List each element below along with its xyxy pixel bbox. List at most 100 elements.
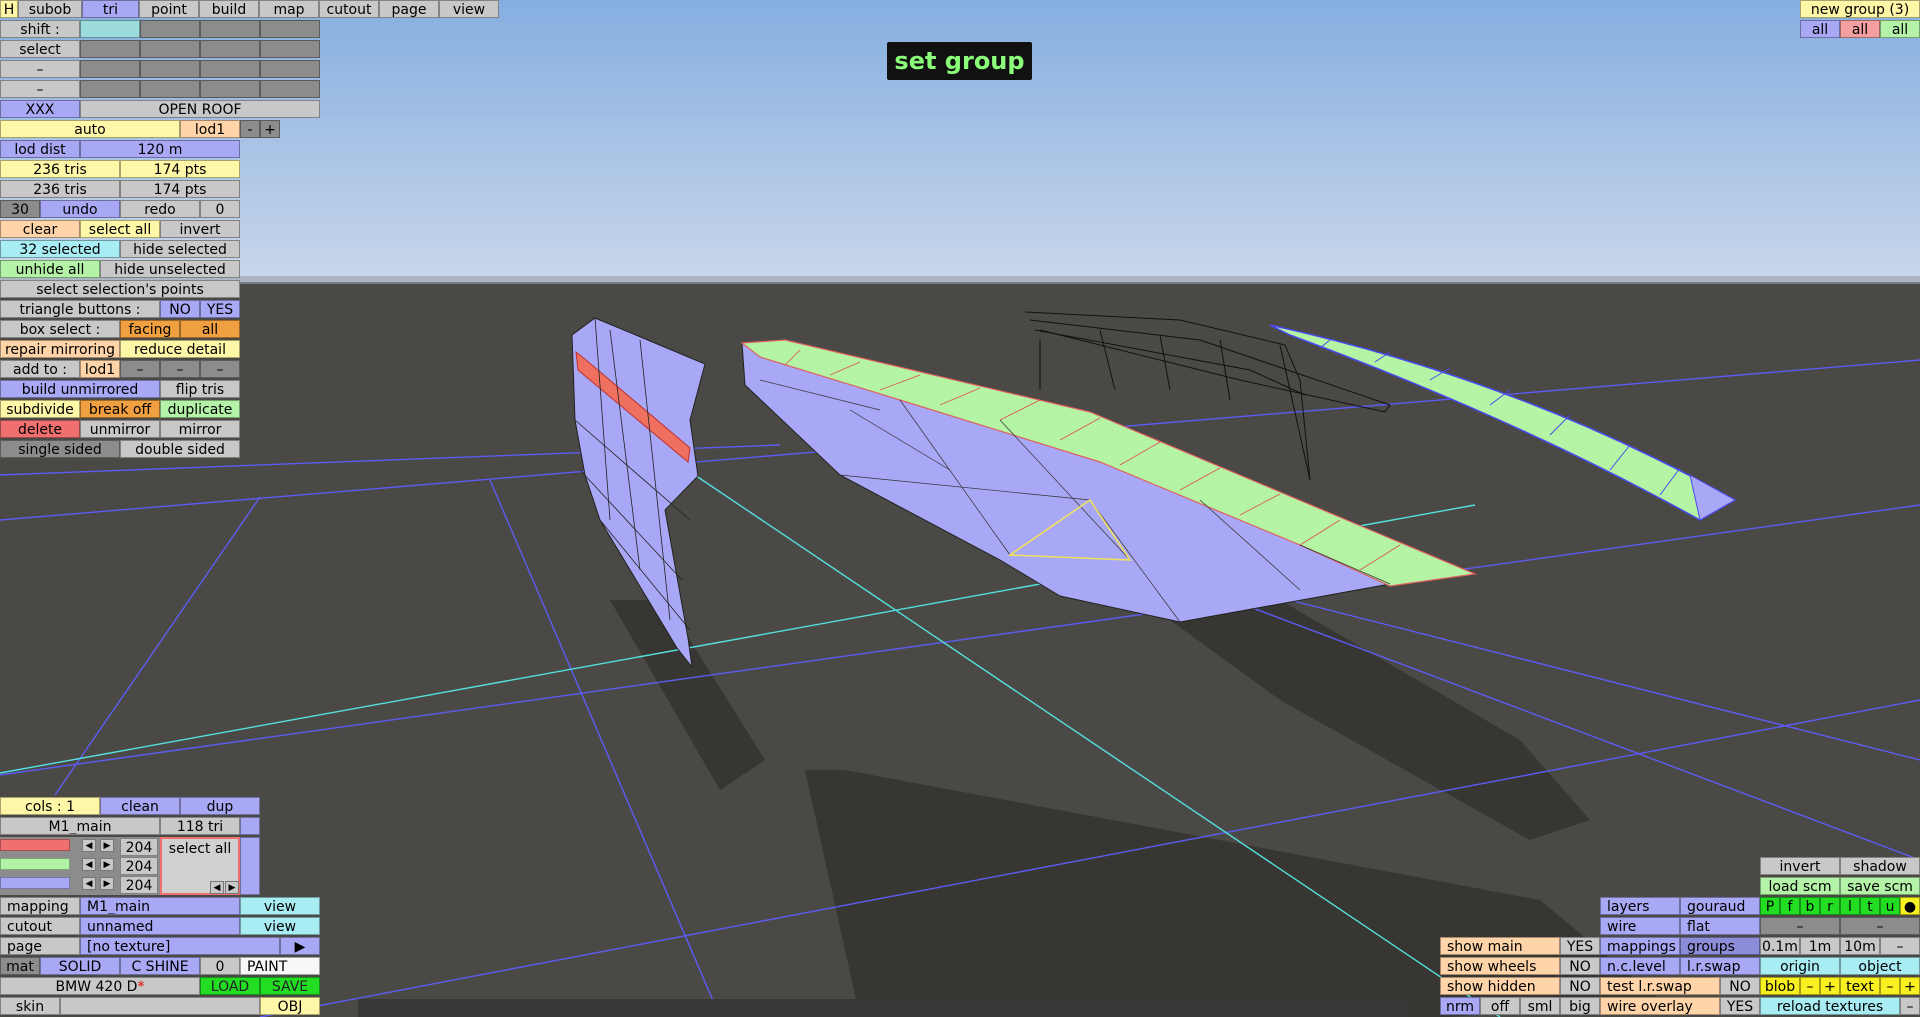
tab-view[interactable]: view xyxy=(439,0,499,18)
tool-dash-2[interactable]: – xyxy=(1840,917,1920,935)
blue-increase-icon[interactable]: ▶ xyxy=(100,877,114,890)
slot-row3-2[interactable] xyxy=(140,60,200,78)
break-off-button[interactable]: break off xyxy=(80,400,160,418)
blob-minus[interactable]: – xyxy=(1800,977,1820,995)
shift-slot-1[interactable] xyxy=(80,20,140,38)
shift-slot-3[interactable] xyxy=(200,20,260,38)
tab-h[interactable]: H xyxy=(0,0,18,18)
repair-mirroring-button[interactable]: repair mirroring xyxy=(0,340,120,358)
tab-point[interactable]: point xyxy=(139,0,199,18)
slot-row4-1[interactable] xyxy=(80,80,140,98)
slot-row3-3[interactable] xyxy=(200,60,260,78)
mapping-view-button[interactable]: view xyxy=(240,897,320,915)
nrm-button[interactable]: nrm xyxy=(1440,997,1480,1015)
c-shine-button[interactable]: C SHINE xyxy=(120,957,200,975)
clean-button[interactable]: clean xyxy=(100,797,180,815)
text-minus[interactable]: – xyxy=(1880,977,1900,995)
sml-button[interactable]: sml xyxy=(1520,997,1560,1015)
material-name[interactable]: M1_main xyxy=(0,817,160,835)
mirror-button[interactable]: mirror xyxy=(160,420,240,438)
lod-minus-button[interactable]: - xyxy=(240,120,260,138)
group-name[interactable]: new group (3) xyxy=(1800,0,1920,18)
origin-button[interactable]: origin xyxy=(1760,957,1840,975)
single-sided-button[interactable]: single sided xyxy=(0,440,120,458)
load-button[interactable]: LOAD xyxy=(200,977,260,995)
paint-button[interactable]: PAINT xyxy=(240,957,320,975)
tab-tri[interactable]: tri xyxy=(82,0,139,18)
off-button[interactable]: off xyxy=(1480,997,1520,1015)
layers-button[interactable]: layers xyxy=(1600,897,1680,915)
nc-level-button[interactable]: n.c.level xyxy=(1600,957,1680,975)
box-select-all[interactable]: all xyxy=(180,320,240,338)
blob-plus[interactable]: + xyxy=(1820,977,1840,995)
shift-slot-2[interactable] xyxy=(140,20,200,38)
mapping-value[interactable]: M1_main xyxy=(80,897,240,915)
add-to-slot-3[interactable]: – xyxy=(200,360,240,378)
open-roof-button[interactable]: OPEN ROOF xyxy=(80,100,320,118)
slot-row4-4[interactable] xyxy=(260,80,320,98)
select-slot-4[interactable] xyxy=(260,40,320,58)
tab-build[interactable]: build xyxy=(199,0,259,18)
build-unmirrored-button[interactable]: build unmirrored xyxy=(0,380,160,398)
page-play-icon[interactable]: ▶ xyxy=(280,937,320,955)
view-p-button[interactable]: P xyxy=(1760,897,1780,915)
view-dot-icon[interactable]: ● xyxy=(1900,897,1920,915)
reduce-detail-button[interactable]: reduce detail xyxy=(120,340,240,358)
gouraud-button[interactable]: gouraud xyxy=(1680,897,1760,915)
select-slot-1[interactable] xyxy=(80,40,140,58)
box-select-facing[interactable]: facing xyxy=(120,320,180,338)
lod-select[interactable]: lod1 xyxy=(180,120,240,138)
mat-next-icon[interactable]: ▶ xyxy=(225,881,239,894)
wire-button[interactable]: wire xyxy=(1600,917,1680,935)
slot-row3-4[interactable] xyxy=(260,60,320,78)
shift-slot-4[interactable] xyxy=(260,20,320,38)
red-increase-icon[interactable]: ▶ xyxy=(100,839,114,852)
load-scm-button[interactable]: load scm xyxy=(1760,877,1840,895)
material-scroll[interactable] xyxy=(240,817,260,835)
shine-value[interactable]: 0 xyxy=(200,957,240,975)
triangle-buttons-no[interactable]: NO xyxy=(160,300,200,318)
cutout-value[interactable]: unnamed xyxy=(80,917,240,935)
flat-button[interactable]: flat xyxy=(1680,917,1760,935)
blob-button[interactable]: blob xyxy=(1760,977,1800,995)
lod-plus-button[interactable]: + xyxy=(260,120,280,138)
tab-map[interactable]: map xyxy=(259,0,319,18)
view-b-button[interactable]: b xyxy=(1800,897,1820,915)
view-r-button[interactable]: r xyxy=(1820,897,1840,915)
lr-swap-button[interactable]: l.r.swap xyxy=(1680,957,1760,975)
duplicate-button[interactable]: duplicate xyxy=(160,400,240,418)
triangle-buttons-yes[interactable]: YES xyxy=(200,300,240,318)
tool-dash-1[interactable]: – xyxy=(1760,917,1840,935)
slot-row4-2[interactable] xyxy=(140,80,200,98)
solid-button[interactable]: SOLID xyxy=(40,957,120,975)
view-t-button[interactable]: t xyxy=(1860,897,1880,915)
view-l-button[interactable]: l xyxy=(1840,897,1860,915)
blue-decrease-icon[interactable]: ◀ xyxy=(82,877,96,890)
test-lr-swap-toggle[interactable]: NO xyxy=(1720,977,1760,995)
invert-button[interactable]: invert xyxy=(160,220,240,238)
text-plus[interactable]: + xyxy=(1900,977,1920,995)
hide-unselected-button[interactable]: hide unselected xyxy=(100,260,240,278)
clear-button[interactable]: clear xyxy=(0,220,80,238)
subdivide-button[interactable]: subdivide xyxy=(0,400,80,418)
group-all-red[interactable]: all xyxy=(1840,20,1880,38)
obj-button[interactable]: OBJ xyxy=(260,997,320,1015)
text-button[interactable]: text xyxy=(1840,977,1880,995)
3d-viewport[interactable] xyxy=(0,0,1920,1017)
grid-dash[interactable]: – xyxy=(1880,937,1920,955)
add-to-lod[interactable]: lod1 xyxy=(80,360,120,378)
grid-0-1m[interactable]: 0.1m xyxy=(1760,937,1800,955)
flip-tris-button[interactable]: flip tris xyxy=(160,380,240,398)
tab-subob[interactable]: subob xyxy=(18,0,82,18)
reload-textures-button[interactable]: reload textures xyxy=(1760,997,1900,1015)
wire-overlay-toggle[interactable]: YES xyxy=(1720,997,1760,1015)
hide-selected-button[interactable]: hide selected xyxy=(120,240,240,258)
unmirror-button[interactable]: unmirror xyxy=(80,420,160,438)
group-all-blue[interactable]: all xyxy=(1800,20,1840,38)
blue-swatch[interactable] xyxy=(0,877,70,889)
red-swatch[interactable] xyxy=(0,839,70,851)
select-all-button[interactable]: select all xyxy=(80,220,160,238)
group-all-green[interactable]: all xyxy=(1880,20,1920,38)
dup-button[interactable]: dup xyxy=(180,797,260,815)
select-slot-2[interactable] xyxy=(140,40,200,58)
